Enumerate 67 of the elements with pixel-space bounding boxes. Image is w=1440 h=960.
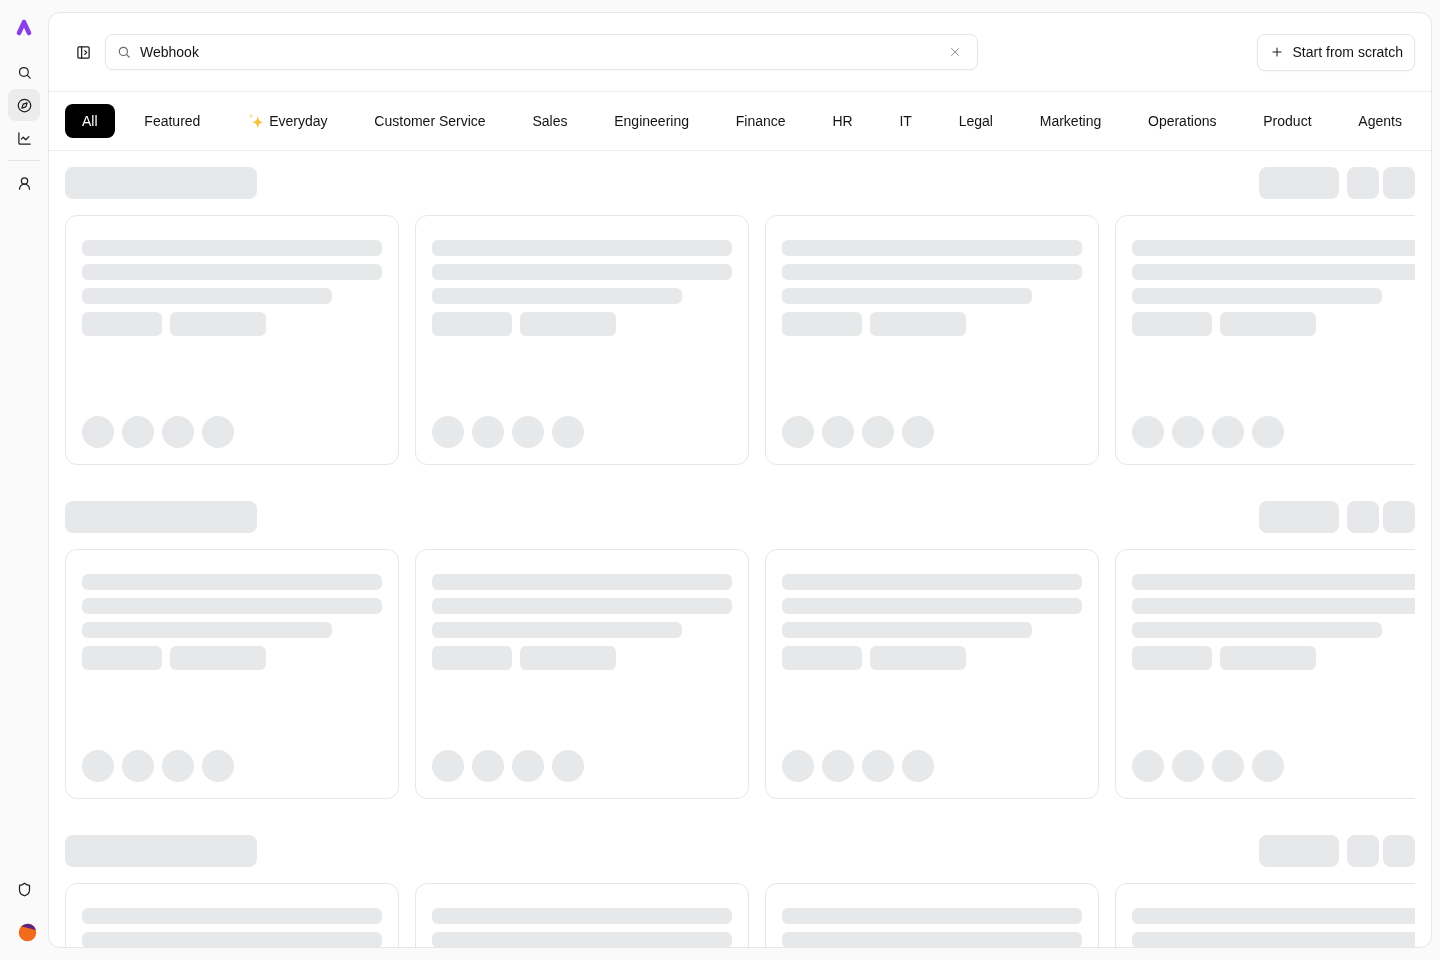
category-tab[interactable]: Agents <box>1341 104 1419 138</box>
skeleton-circle <box>782 750 814 782</box>
search-icon <box>117 45 131 59</box>
skeleton-circle <box>862 416 894 448</box>
category-tab[interactable]: Product <box>1246 104 1329 138</box>
nav-button[interactable] <box>8 89 40 121</box>
skeleton-circle <box>432 416 464 448</box>
skeleton-circle <box>202 750 234 782</box>
search-field[interactable]: Webhook <box>105 34 978 70</box>
skeleton-circle <box>1132 416 1164 448</box>
skeleton-circle <box>1252 750 1284 782</box>
category-tab[interactable]: Legal <box>941 104 1010 138</box>
skeleton-circle <box>162 750 194 782</box>
skeleton-circle <box>432 750 464 782</box>
skeleton-circle <box>822 416 854 448</box>
skeleton-circle <box>902 416 934 448</box>
category-tab[interactable]: Sales <box>515 104 585 138</box>
start-from-scratch-button[interactable]: Start from scratch <box>1256 33 1415 71</box>
skeleton-circle <box>1252 416 1284 448</box>
panel-toggle-icon[interactable] <box>75 44 91 60</box>
skeleton-circle <box>472 750 504 782</box>
skeleton-circle <box>1212 750 1244 782</box>
search-icon <box>16 64 32 80</box>
category-tab[interactable]: Everyday <box>230 104 345 138</box>
skeleton-control <box>1383 167 1415 199</box>
skeleton-circle <box>1172 750 1204 782</box>
skeleton-circle <box>82 750 114 782</box>
skeleton-control <box>1383 501 1415 533</box>
line-chart-icon <box>16 130 32 146</box>
skeleton-circle <box>122 416 154 448</box>
skeleton-circle <box>552 750 584 782</box>
skeleton-circle <box>1172 416 1204 448</box>
category-tab[interactable]: Featured <box>127 104 218 138</box>
skeleton-circle <box>512 750 544 782</box>
category-tab[interactable]: Operations <box>1131 104 1234 138</box>
skeleton-control <box>1347 501 1379 533</box>
skeleton-circle <box>202 416 234 448</box>
skeleton-circle <box>1132 750 1164 782</box>
skeleton-circle <box>782 416 814 448</box>
avatar-icon[interactable] <box>17 923 37 942</box>
category-tab[interactable]: Marketing <box>1022 104 1119 138</box>
skeleton-circle <box>512 416 544 448</box>
sparkle-icon <box>247 112 266 130</box>
skeleton-control <box>1347 167 1379 199</box>
user-icon <box>16 175 32 191</box>
close-icon[interactable] <box>948 45 962 59</box>
skeleton-circle <box>1212 416 1244 448</box>
category-tab[interactable]: Customer Service <box>357 104 503 138</box>
skeleton-circle <box>82 416 114 448</box>
skeleton-circle <box>122 750 154 782</box>
skeleton-circle <box>162 416 194 448</box>
skeleton-circle <box>822 750 854 782</box>
category-tab[interactable]: IT <box>882 104 929 138</box>
skeleton-circle <box>472 416 504 448</box>
skeleton-circle <box>902 750 934 782</box>
skeleton-circle <box>552 416 584 448</box>
category-tab[interactable]: Finance <box>718 104 803 138</box>
plus-icon <box>1269 45 1284 59</box>
skeleton-circle <box>862 750 894 782</box>
logo-icon[interactable] <box>14 18 34 38</box>
shield-icon[interactable] <box>16 882 32 897</box>
skeleton-control <box>1347 835 1379 867</box>
skeleton-control <box>1383 835 1415 867</box>
category-tab[interactable]: HR <box>815 104 870 138</box>
category-tab[interactable]: Engineering <box>597 104 706 138</box>
compass-icon <box>16 97 32 113</box>
category-tab[interactable]: All <box>65 104 115 138</box>
